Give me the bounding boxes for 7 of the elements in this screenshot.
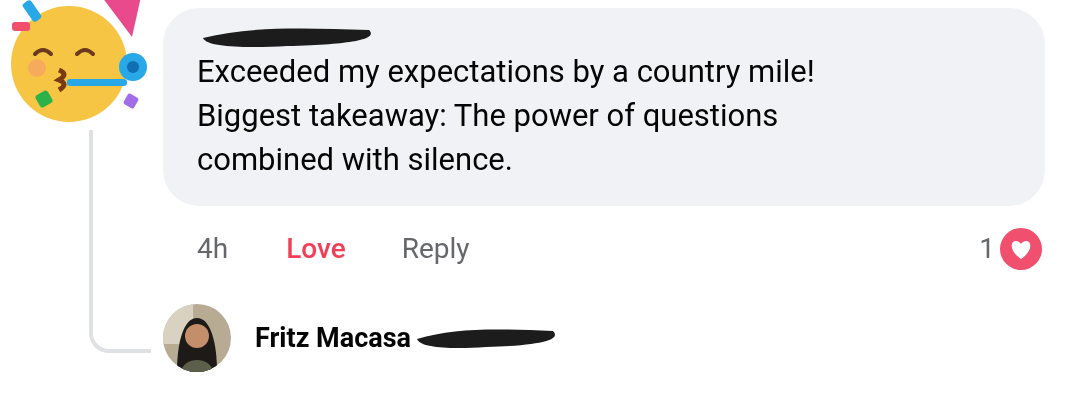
- comment-action-link[interactable]: Love: [286, 228, 346, 270]
- reply-author-name[interactable]: Fritz Macasa: [255, 317, 411, 359]
- comment-action-link[interactable]: Reply: [401, 228, 470, 270]
- timestamp: 4h: [197, 231, 229, 267]
- comment-text: Exceeded my expectations by a country mile! Biggest takeaway: The power of questions combined with silence.: [197, 52, 816, 180]
- heart-reaction-icon: [999, 227, 1043, 271]
- reaction-count: 1: [979, 231, 995, 267]
